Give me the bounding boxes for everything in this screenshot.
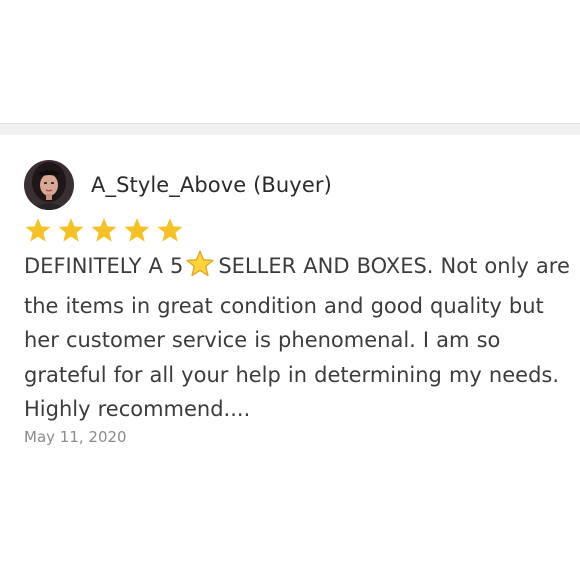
section-divider bbox=[0, 123, 580, 135]
star-icon bbox=[24, 217, 52, 244]
star-icon bbox=[123, 217, 151, 244]
reviewer-name[interactable]: A_Style_Above (Buyer) bbox=[91, 173, 332, 197]
star-icon bbox=[57, 217, 85, 244]
review-text: DEFINITELY A 5 SELLER AND BOXES. Not only… bbox=[24, 249, 572, 427]
review-text-rest: SELLER AND BOXES. Not only are the items… bbox=[24, 254, 570, 421]
star-emoji-icon bbox=[185, 250, 215, 289]
review-header: A_Style_Above (Buyer) bbox=[24, 158, 560, 212]
star-icon bbox=[90, 217, 118, 244]
avatar[interactable] bbox=[24, 160, 74, 210]
review-card: A_Style_Above (Buyer) DEFINITELY A 5 SELL… bbox=[24, 158, 570, 446]
star-icon bbox=[156, 217, 184, 244]
review-text-start: DEFINITELY A 5 bbox=[24, 254, 184, 278]
review-date: May 11, 2020 bbox=[24, 427, 127, 446]
rating-stars bbox=[24, 215, 560, 245]
